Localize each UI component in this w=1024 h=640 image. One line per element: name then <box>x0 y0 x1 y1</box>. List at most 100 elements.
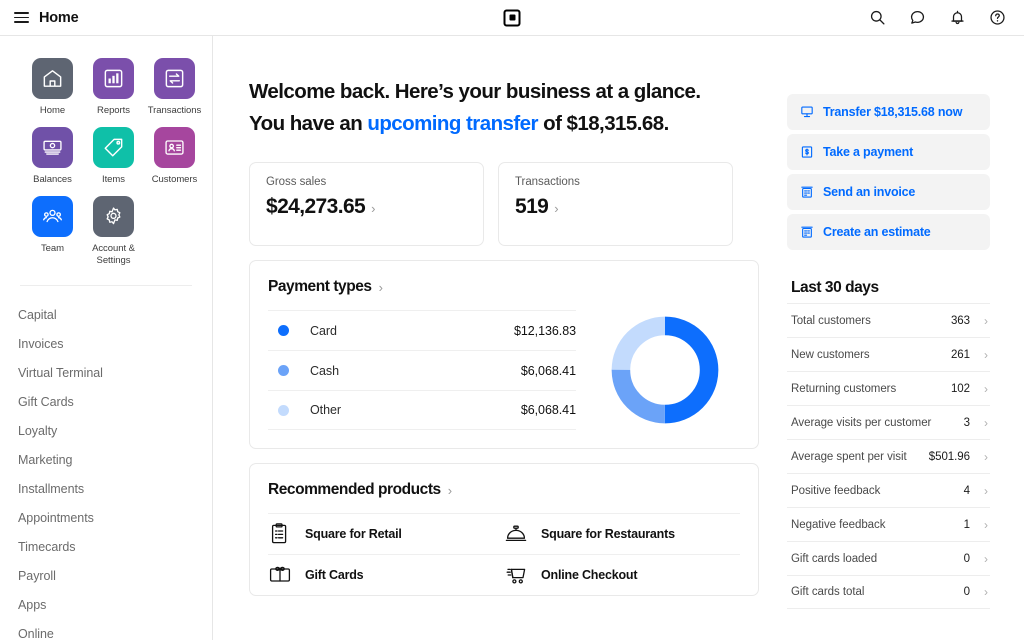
body: Home Reports Transactions Balances Items… <box>0 36 1024 640</box>
kpi-row-average-visits-per-customer[interactable]: Average visits per customer 3 › <box>787 405 990 439</box>
action-label: Take a payment <box>823 145 914 159</box>
sidebar-item-marketing[interactable]: Marketing <box>18 445 212 474</box>
headline-prefix: You have an <box>249 112 368 135</box>
panel-title: Payment types <box>268 278 372 295</box>
chevron-right-icon: › <box>984 517 988 532</box>
panel-title: Recommended products <box>268 481 441 498</box>
chevron-right-icon: › <box>984 347 988 362</box>
payment-types-donut-chart <box>590 310 740 430</box>
sidebar-tile-label: Team <box>40 243 65 254</box>
gross-sales-card[interactable]: Gross sales $24,273.65 › <box>249 162 484 246</box>
gift-card-icon <box>268 563 292 587</box>
stat-value: $24,273.65 <box>266 195 366 218</box>
action-label: Transfer $18,315.68 now <box>823 105 963 119</box>
sidebar-item-apps[interactable]: Apps <box>18 590 212 619</box>
gear-icon <box>93 196 134 237</box>
hamburger-icon[interactable] <box>14 12 29 23</box>
kpi-row-returning-customers[interactable]: Returning customers 102 › <box>787 371 990 405</box>
kpi-row-new-customers[interactable]: New customers 261 › <box>787 337 990 371</box>
payment-types-header[interactable]: Payment types › <box>250 261 758 296</box>
top-bar: Home <box>0 0 1024 36</box>
sidebar-item-virtual-terminal[interactable]: Virtual Terminal <box>18 358 212 387</box>
kpi-value: 4 <box>963 484 970 497</box>
kpi-row-average-spent-per-visit[interactable]: Average spent per visit $501.96 › <box>787 439 990 473</box>
payment-type-row[interactable]: Cash $6,068.41 <box>268 350 576 390</box>
recommended-item-square-for-restaurants[interactable]: Square for Restaurants <box>504 513 740 554</box>
payment-type-name: Other <box>310 403 342 417</box>
search-icon[interactable] <box>868 9 886 27</box>
sidebar-item-appointments[interactable]: Appointments <box>18 503 212 532</box>
sidebar-tile-label: Balances <box>33 174 72 185</box>
sidebar-tile-label: Transactions <box>147 105 202 116</box>
top-bar-center <box>503 9 521 26</box>
sidebar-tile-items[interactable]: Items <box>83 127 144 186</box>
headline-line-2: You have an upcoming transfer of $18,315… <box>249 108 759 140</box>
tag-icon <box>93 127 134 168</box>
legend-dot-cash <box>278 365 289 376</box>
sidebar-tile-label: Customers <box>151 174 198 185</box>
help-icon[interactable] <box>988 9 1006 27</box>
top-bar-right <box>868 9 1024 27</box>
chat-icon[interactable] <box>908 9 926 27</box>
kpi-value: 261 <box>950 348 970 361</box>
sidebar-tile-team[interactable]: Team <box>22 196 83 267</box>
sidebar-tile-customers[interactable]: Customers <box>144 127 205 186</box>
recommended-item-square-for-retail[interactable]: Square for Retail <box>268 513 504 554</box>
donut-svg <box>611 316 719 424</box>
kpi-row-gift-cards-loaded[interactable]: Gift cards loaded 0 › <box>787 541 990 575</box>
payment-type-name: Card <box>310 323 337 338</box>
sidebar-tile-balances[interactable]: Balances <box>22 127 83 186</box>
kpi-row-negative-feedback[interactable]: Negative feedback 1 › <box>787 507 990 541</box>
kpi-label: Total customers <box>791 314 871 327</box>
take-a-payment-button[interactable]: Take a payment <box>787 134 990 170</box>
chevron-right-icon: › <box>378 279 383 295</box>
chevron-right-icon: › <box>554 201 559 216</box>
kpi-label: Gift cards loaded <box>791 552 878 565</box>
action-label: Send an invoice <box>823 185 916 199</box>
sidebar-item-gift-cards[interactable]: Gift Cards <box>18 387 212 416</box>
kpi-row-total-customers[interactable]: Total customers 363 › <box>787 303 990 337</box>
send-an-invoice-button[interactable]: Send an invoice <box>787 174 990 210</box>
kpi-value: 0 <box>963 552 970 565</box>
sidebar-item-timecards[interactable]: Timecards <box>18 532 212 561</box>
recommended-products-header[interactable]: Recommended products › <box>250 464 758 499</box>
upcoming-transfer-link[interactable]: upcoming transfer <box>367 112 538 135</box>
stat-value-row: $24,273.65 › <box>266 195 467 219</box>
home-icon <box>32 58 73 99</box>
kpi-list: Total customers 363 › New customers 261 … <box>787 303 990 609</box>
headline-suffix: of $18,315.68. <box>537 112 669 135</box>
sidebar-item-online[interactable]: Online <box>18 619 212 640</box>
payment-types-legend: Card $12,136.83 Cash $6,068.41 Other $6,… <box>268 310 590 430</box>
chevron-right-icon: › <box>984 449 988 464</box>
chevron-right-icon: › <box>984 551 988 566</box>
kpi-value: $501.96 <box>928 450 970 463</box>
kpi-row-gift-cards-total[interactable]: Gift cards total 0 › <box>787 575 990 609</box>
payment-type-row[interactable]: Card $12,136.83 <box>268 310 576 350</box>
sidebar-tile-label: Items <box>102 174 125 185</box>
sidebar-item-invoices[interactable]: Invoices <box>18 329 212 358</box>
sidebar-item-capital[interactable]: Capital <box>18 300 212 329</box>
cash-icon <box>32 127 73 168</box>
sidebar-item-payroll[interactable]: Payroll <box>18 561 212 590</box>
chevron-right-icon: › <box>371 201 376 216</box>
recommended-item-online-checkout[interactable]: Online Checkout <box>504 554 740 595</box>
kpi-row-positive-feedback[interactable]: Positive feedback 4 › <box>787 473 990 507</box>
recommended-item-gift-cards[interactable]: Gift Cards <box>268 554 504 595</box>
transactions-card[interactable]: Transactions 519 › <box>498 162 733 246</box>
sidebar-tile-home[interactable]: Home <box>22 58 83 117</box>
chevron-right-icon: › <box>984 483 988 498</box>
sidebar-tile-account-settings[interactable]: Account & Settings <box>83 196 144 267</box>
sidebar-item-loyalty[interactable]: Loyalty <box>18 416 212 445</box>
payment-type-amount: $6,068.41 <box>520 403 576 417</box>
bell-icon[interactable] <box>948 9 966 27</box>
sidebar-item-installments[interactable]: Installments <box>18 474 212 503</box>
payment-type-row[interactable]: Other $6,068.41 <box>268 390 576 430</box>
legend-dot-card <box>278 325 289 336</box>
sidebar-tile-reports[interactable]: Reports <box>83 58 144 117</box>
chevron-right-icon: › <box>984 313 988 328</box>
transfer-now-button[interactable]: Transfer $18,315.68 now <box>787 94 990 130</box>
sidebar: Home Reports Transactions Balances Items… <box>0 36 213 640</box>
create-an-estimate-button[interactable]: Create an estimate <box>787 214 990 250</box>
sidebar-tile-transactions[interactable]: Transactions <box>144 58 205 117</box>
people-icon <box>32 196 73 237</box>
